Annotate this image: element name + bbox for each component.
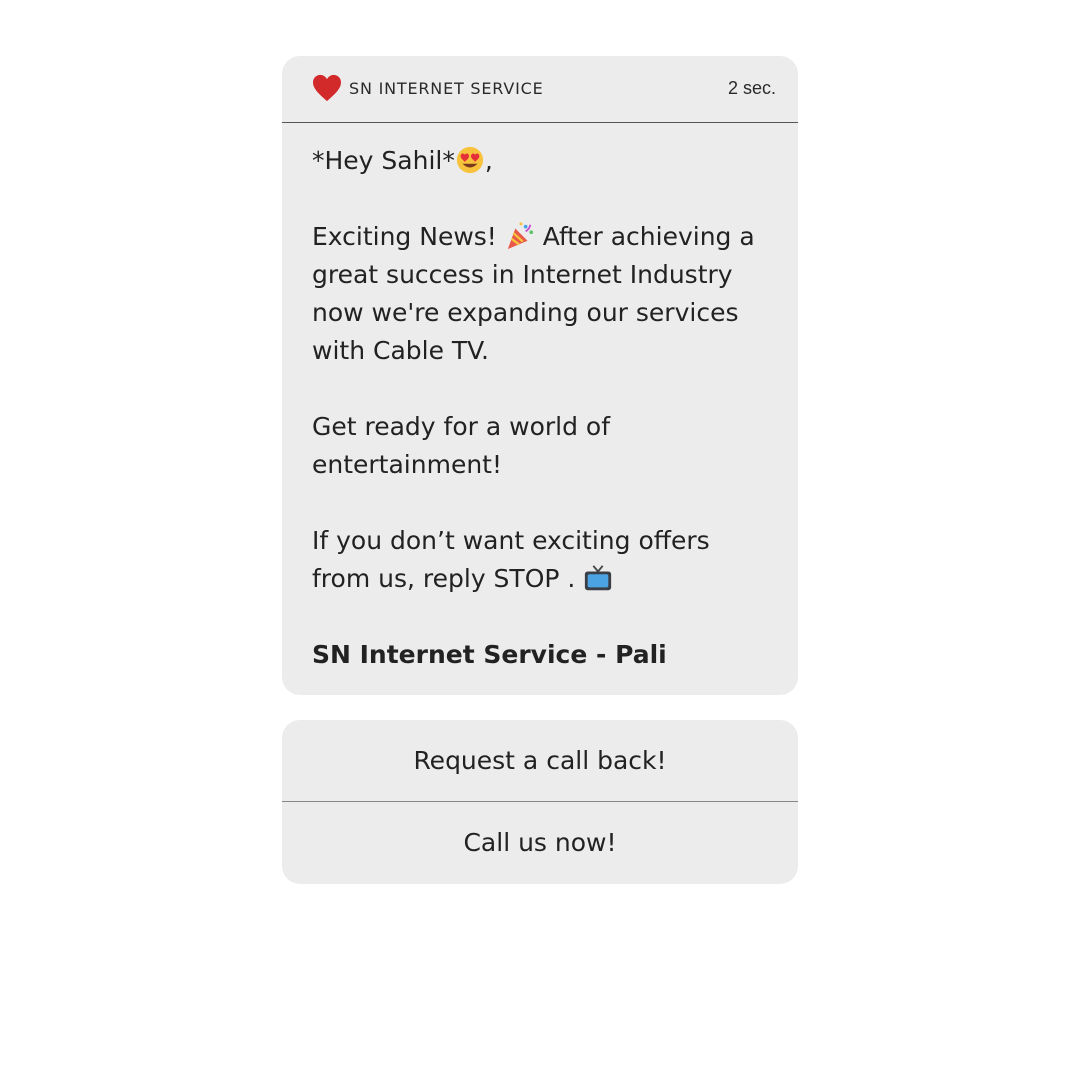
news-line-1-suffix: After achieving a: [542, 222, 755, 251]
optout-line-2-text: from us, reply STOP .: [312, 564, 576, 593]
party-popper-emoji-icon: [507, 222, 533, 250]
ready-line-1: Get ready for a world of: [312, 412, 611, 441]
ready-line-2: entertainment!: [312, 450, 503, 479]
greeting-text: *Hey Sahil*: [312, 146, 455, 175]
signature: SN Internet Service - Pali: [312, 640, 667, 669]
news-line-1: Exciting News! After achieving a: [312, 218, 782, 256]
message-card: SN INTERNET SERVICE 2 sec. *Hey Sahil* ,…: [282, 56, 798, 695]
news-line-3: now we're expanding our services: [312, 298, 739, 327]
news-prefix: Exciting News!: [312, 222, 497, 251]
timestamp: 2 sec.: [727, 78, 776, 98]
heart-icon: [313, 74, 341, 102]
news-line-2: great success in Internet Industry: [312, 260, 733, 289]
sender-name: SN INTERNET SERVICE: [349, 79, 544, 98]
greeting-line: *Hey Sahil* ,: [312, 142, 782, 180]
message-header: SN INTERNET SERVICE 2 sec.: [282, 56, 798, 123]
call-us-now-button[interactable]: Call us now!: [282, 801, 798, 883]
television-emoji-icon: [585, 565, 612, 591]
greeting-suffix: ,: [484, 146, 493, 175]
heart-eyes-emoji-icon: [456, 146, 483, 174]
news-line-4: with Cable TV.: [312, 336, 490, 365]
request-call-back-button[interactable]: Request a call back!: [282, 720, 798, 801]
optout-line-1: If you don’t want exciting offers: [312, 526, 710, 555]
optout-line-2: from us, reply STOP .: [312, 560, 782, 598]
action-buttons: Request a call back! Call us now!: [282, 720, 798, 884]
message-body: *Hey Sahil* , Exciting News! After achie…: [312, 142, 782, 674]
